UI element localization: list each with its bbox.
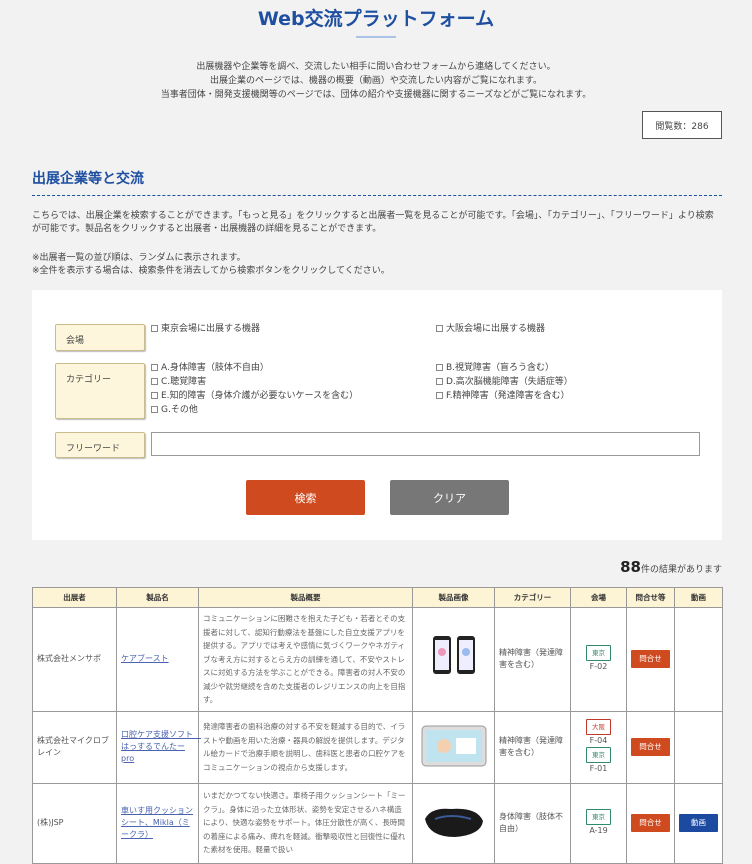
count-number: 88 (620, 558, 641, 576)
booth-number: F-02 (589, 662, 608, 672)
booth-number: F-01 (589, 764, 608, 773)
section-title: 出展企業等と交流 (32, 171, 144, 187)
inquiry-button[interactable]: 問合せ (631, 814, 670, 832)
tablet-app-image (421, 725, 486, 767)
venue-badge-osaka: 大阪 (586, 719, 611, 735)
checkbox-label: B.視覚障害（盲ろう含む） (446, 363, 555, 373)
category-g-checkbox[interactable]: G.その他 (151, 404, 198, 417)
venue-badge-tokyo: 東京 (586, 747, 611, 763)
venue-label: 会場 (55, 324, 145, 351)
checkbox-label: 東京会場に出展する機器 (161, 324, 261, 334)
venue-osaka-checkbox[interactable]: 大阪会場に出展する機器 (436, 323, 545, 336)
intro-line: 当事者団体・開発支援機関等のページでは、団体の紹介や支援機器に関するニーズなどが… (160, 90, 592, 100)
section-divider (32, 195, 722, 196)
checkbox-label: C.聴覚障害 (161, 377, 207, 387)
category: 身体障害（肢体不自由） (494, 782, 571, 864)
results-count: 88件の結果があります (620, 558, 722, 576)
clear-button[interactable]: クリア (390, 480, 509, 515)
category-d-checkbox[interactable]: D.高次脳機能障害（失語症等） (436, 376, 573, 389)
results-table: 出展者 製品名 製品概要 製品画像 カテゴリー 会場 問合せ等 動画 株式会社メ… (32, 587, 723, 864)
checkbox-label: G.その他 (161, 405, 198, 415)
category-e-checkbox[interactable]: E.知的障害（身体介護が必要ないケースを含む） (151, 390, 358, 403)
search-button[interactable]: 検索 (246, 480, 365, 515)
table-header: 出展者 製品名 製品概要 製品画像 カテゴリー 会場 問合せ等 動画 (32, 587, 723, 608)
checkbox-label: 大阪会場に出展する機器 (446, 324, 546, 334)
col-header: 製品名 (116, 587, 199, 608)
exhibitor: 株式会社メンサポ (32, 607, 117, 712)
exhibitor: 株式会社マイクロブレイン (32, 710, 117, 784)
category-a-checkbox[interactable]: A.身体障害（肢体不自由） (151, 362, 269, 375)
product-summary: いまだかつてない快適さ。車椅子用クッションシート「ミークラ」。身体に沿った立体形… (198, 782, 413, 864)
product-image (412, 782, 495, 864)
checkbox-label: D.高次脳機能障害（失語症等） (446, 377, 573, 387)
intro-text: 出展機器や企業等を調べ、交流したい相手に問い合わせフォームから連絡してください。… (0, 60, 752, 102)
product-image (412, 607, 495, 712)
notes: ※出展者一覧の並び順は、ランダムに表示されます。 ※全件を表示する場合は、検索条… (32, 252, 390, 278)
page-title: Web交流プラットフォーム (257, 8, 495, 30)
cushion-image (424, 808, 483, 837)
category-label: カテゴリー (55, 363, 145, 419)
product-summary: 発達障害者の歯科治療の対する不安を軽減する目的で、イラストや動画を用いた治療・器… (198, 710, 413, 784)
venue-badge-tokyo: 東京 (586, 645, 611, 662)
intro-line: 出展機器や企業等を調べ、交流したい相手に問い合わせフォームから連絡してください。 (196, 62, 556, 72)
freeword-label: フリーワード (55, 432, 145, 458)
table-row: 株式会社メンサポ ケアブースト コミュニケーションに困難さを抱えた子ども・若者と… (32, 607, 723, 712)
venue-badge-tokyo: 東京 (586, 809, 611, 825)
col-header: 製品画像 (412, 587, 495, 608)
freeword-input[interactable] (151, 432, 700, 456)
search-panel: 会場 東京会場に出展する機器 大阪会場に出展する機器 カテゴリー A.身体障害（… (32, 290, 722, 540)
product-link[interactable]: 口腔ケア支援ソフト はっするでんたーpro (121, 730, 201, 763)
col-header: カテゴリー (494, 587, 571, 608)
checkbox-label: A.身体障害（肢体不自由） (161, 363, 269, 373)
col-header: 問合せ等 (626, 587, 675, 608)
category: 精神障害（発達障害を含む） (494, 710, 571, 784)
col-header: 会場 (570, 587, 627, 608)
category-b-checkbox[interactable]: B.視覚障害（盲ろう含む） (436, 362, 554, 375)
col-header: 動画 (674, 587, 723, 608)
product-link[interactable]: 車いす用クッションシート、Mikla（ミークラ） (121, 806, 193, 839)
video-button[interactable]: 動画 (679, 814, 718, 832)
category: 精神障害（発達障害を含む） (494, 607, 571, 712)
col-header: 出展者 (32, 587, 117, 608)
venue-cell: 大阪 F-04 東京 F-01 (570, 710, 627, 784)
title-underline (356, 36, 396, 38)
note: ※全件を表示する場合は、検索条件を消去してから検索ボタンをクリックしてください。 (32, 266, 390, 276)
note: ※出展者一覧の並び順は、ランダムに表示されます。 (32, 253, 246, 263)
product-summary: コミュニケーションに困難さを抱えた子ども・若者とその支援者に対して、認知行動療法… (198, 607, 413, 712)
inquiry-button[interactable]: 問合せ (631, 650, 670, 669)
view-count: 閲覧数：286 (642, 111, 722, 139)
table-row: 株式会社マイクロブレイン 口腔ケア支援ソフト はっするでんたーpro 発達障害者… (32, 710, 723, 784)
phone-app-image (432, 636, 475, 675)
table-row: (株)JSP 車いす用クッションシート、Mikla（ミークラ） いまだかつてない… (32, 782, 723, 864)
category-f-checkbox[interactable]: F.精神障害（発達障害を含む） (436, 390, 570, 403)
venue-tokyo-checkbox[interactable]: 東京会場に出展する機器 (151, 323, 260, 336)
intro-line: 出展企業のページでは、機器の概要（動画）や交流したい内容がご覧になれます。 (210, 76, 542, 86)
inquiry-button[interactable]: 問合せ (631, 738, 670, 756)
category-c-checkbox[interactable]: C.聴覚障害 (151, 376, 206, 389)
section-description: こちらでは、出展企業を検索することができます。「もっと見る」をクリックすると出展… (32, 211, 714, 234)
venue-cell: 東京 A-19 (570, 782, 627, 864)
booth-number: A-19 (589, 826, 608, 835)
exhibitor: (株)JSP (32, 782, 117, 864)
product-link[interactable]: ケアブースト (121, 654, 169, 663)
booth-number: F-04 (589, 736, 608, 745)
checkbox-label: F.精神障害（発達障害を含む） (446, 391, 570, 401)
col-header: 製品概要 (198, 587, 413, 608)
count-suffix: 件の結果があります (640, 565, 722, 575)
product-image (412, 710, 495, 784)
checkbox-label: E.知的障害（身体介護が必要ないケースを含む） (161, 391, 359, 401)
venue-cell: 東京 F-02 (570, 607, 627, 712)
